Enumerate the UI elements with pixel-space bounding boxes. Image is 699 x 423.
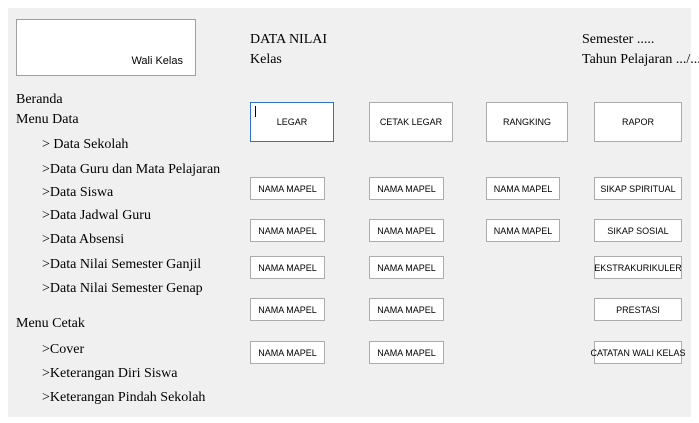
mapel-button[interactable]: NAMA MAPEL xyxy=(369,298,444,321)
mapel-button-label: NAMA MAPEL xyxy=(258,347,317,358)
menu-item-cover[interactable]: >Cover xyxy=(42,341,84,359)
menu-item-keterangan-pindah-sekolah[interactable]: >Keterangan Pindah Sekolah xyxy=(42,389,205,407)
menu-item-data-jadwal-guru[interactable]: >Data Jadwal Guru xyxy=(42,207,151,225)
rapor-button[interactable]: RAPOR xyxy=(594,102,682,142)
mapel-button-label: NAMA MAPEL xyxy=(377,262,436,273)
mapel-button[interactable]: NAMA MAPEL xyxy=(250,177,325,200)
menu-item-data-siswa[interactable]: >Data Siswa xyxy=(42,184,113,202)
mapel-button-label: NAMA MAPEL xyxy=(258,304,317,315)
mapel-button-label: NAMA MAPEL xyxy=(377,183,436,194)
semester-label: Semester ..... xyxy=(582,32,655,47)
mapel-button[interactable]: NAMA MAPEL xyxy=(250,219,325,242)
sikap-sosial-button[interactable]: SIKAP SOSIAL xyxy=(594,219,682,242)
menu-item-nilai-genap[interactable]: >Data Nilai Semester Genap xyxy=(42,280,203,298)
rangking-button-label: RANGKING xyxy=(502,117,551,127)
legar-button[interactable]: LEGAR xyxy=(250,102,334,142)
catatan-wali-kelas-button[interactable]: CATATAN WALI KELAS xyxy=(590,341,686,364)
mapel-button[interactable]: NAMA MAPEL xyxy=(486,177,560,200)
legar-button-label: LEGAR xyxy=(276,117,308,127)
sikap-sosial-button-label: SIKAP SOSIAL xyxy=(607,225,669,236)
mapel-button[interactable]: NAMA MAPEL xyxy=(369,177,444,200)
wali-kelas-box: Wali Kelas xyxy=(16,19,196,76)
ekstrakurikuler-button-label: EKSTRAKURIKULER xyxy=(594,262,682,273)
cetak-legar-button[interactable]: CETAK LEGAR xyxy=(369,102,453,142)
mapel-button[interactable]: NAMA MAPEL xyxy=(369,256,444,279)
rangking-button[interactable]: RANGKING xyxy=(486,102,568,142)
wali-kelas-label: Wali Kelas xyxy=(131,55,183,67)
sikap-spiritual-button[interactable]: SIKAP SPIRITUAL xyxy=(594,177,682,200)
ekstrakurikuler-button[interactable]: EKSTRAKURIKULER xyxy=(594,256,682,279)
cetak-legar-button-label: CETAK LEGAR xyxy=(379,117,443,127)
mapel-button-label: NAMA MAPEL xyxy=(258,183,317,194)
kelas-label: Kelas xyxy=(250,52,282,67)
mapel-button[interactable]: NAMA MAPEL xyxy=(250,256,325,279)
menu-data-heading: Menu Data xyxy=(16,112,79,127)
menu-item-data-sekolah[interactable]: > Data Sekolah xyxy=(42,136,128,154)
mapel-button-label: NAMA MAPEL xyxy=(493,225,553,236)
mapel-button-label: NAMA MAPEL xyxy=(258,225,317,236)
tahun-pelajaran-label: Tahun Pelajaran .../... xyxy=(582,52,699,67)
menu-item-nilai-ganjil[interactable]: >Data Nilai Semester Ganjil xyxy=(42,256,201,274)
prestasi-button[interactable]: PRESTASI xyxy=(594,298,682,321)
sikap-spiritual-button-label: SIKAP SPIRITUAL xyxy=(600,183,676,194)
mapel-button[interactable]: NAMA MAPEL xyxy=(250,298,325,321)
mapel-button[interactable]: NAMA MAPEL xyxy=(486,219,560,242)
mapel-button-label: NAMA MAPEL xyxy=(377,304,436,315)
menu-beranda[interactable]: Beranda xyxy=(16,91,63,109)
rapor-button-label: RAPOR xyxy=(621,117,654,127)
mapel-button-label: NAMA MAPEL xyxy=(377,225,436,236)
prestasi-button-label: PRESTASI xyxy=(616,304,660,315)
menu-item-keterangan-diri-siswa[interactable]: >Keterangan Diri Siswa xyxy=(42,365,177,383)
page-title: DATA NILAI xyxy=(250,32,328,47)
catatan-wali-kelas-button-label: CATATAN WALI KELAS xyxy=(590,347,686,358)
menu-cetak-heading: Menu Cetak xyxy=(16,316,85,331)
text-caret xyxy=(255,106,256,117)
mapel-button-label: NAMA MAPEL xyxy=(258,262,317,273)
menu-item-data-absensi[interactable]: >Data Absensi xyxy=(42,231,124,249)
mapel-button[interactable]: NAMA MAPEL xyxy=(369,341,444,364)
mapel-button[interactable]: NAMA MAPEL xyxy=(250,341,325,364)
mapel-button[interactable]: NAMA MAPEL xyxy=(369,219,444,242)
mapel-button-label: NAMA MAPEL xyxy=(377,347,436,358)
mapel-button-label: NAMA MAPEL xyxy=(493,183,553,194)
menu-item-data-guru-mapel[interactable]: >Data Guru dan Mata Pelajaran xyxy=(42,161,220,179)
